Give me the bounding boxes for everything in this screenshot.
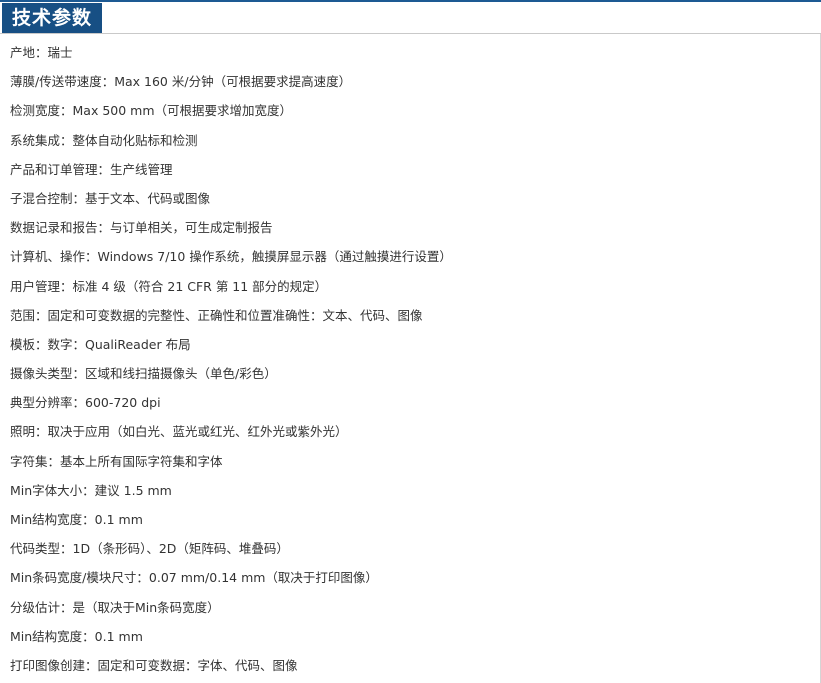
spec-row-data-logging: 数据记录和报告：与订单相关，可生成定制报告 [10, 220, 273, 236]
top-rule [0, 0, 821, 2]
spec-row-min-structure-2: Min结构宽度：0.1 mm [10, 628, 143, 644]
spec-row-charset: 字符集：基本上所有国际字符集和字体 [10, 453, 223, 469]
spec-row-scope: 范围：固定和可变数据的完整性、正确性和位置准确性：文本、代码、图像 [10, 307, 423, 323]
spec-row-computer: 计算机、操作：Windows 7/10 操作系统，触摸屏显示器（通过触摸进行设置… [10, 249, 452, 265]
spec-row-print-image: 打印图像创建：固定和可变数据：字体、代码、图像 [10, 657, 298, 673]
spec-row-order-management: 产品和订单管理：生产线管理 [10, 161, 173, 177]
section-title: 技术参数 [2, 3, 103, 33]
spec-row-width: 检测宽度：Max 500 mm（可根据要求增加宽度） [10, 103, 293, 119]
spec-row-resolution: 典型分辨率：600-720 dpi [10, 395, 161, 411]
spec-row-integration: 系统集成：整体自动化贴标和检测 [10, 132, 198, 148]
section-header: 技术参数 [0, 3, 821, 34]
spec-row-camera: 摄像头类型：区域和线扫描摄像头（单色/彩色） [10, 366, 277, 382]
spec-row-user-management: 用户管理：标准 4 级（符合 21 CFR 第 11 部分的规定） [10, 278, 328, 294]
spec-row-speed: 薄膜/传送带速度：Max 160 米/分钟（可根据要求提高速度） [10, 74, 352, 90]
spec-row-lighting: 照明：取决于应用（如白光、蓝光或红光、红外光或紫外光） [10, 424, 348, 440]
spec-row-min-font: Min字体大小：建议 1.5 mm [10, 482, 172, 498]
spec-row-barcode-width: Min条码宽度/模块尺寸：0.07 mm/0.14 mm（取决于打印图像） [10, 570, 378, 586]
spec-row-code-types: 代码类型：1D（条形码）、2D（矩阵码、堆叠码） [10, 541, 289, 557]
spec-row-submix-control: 子混合控制：基于文本、代码或图像 [10, 190, 211, 206]
spec-row-grading: 分级估计：是（取决于Min条码宽度） [10, 599, 220, 615]
spec-row-min-structure: Min结构宽度：0.1 mm [10, 512, 143, 527]
spec-list: 产地：瑞士 薄膜/传送带速度：Max 160 米/分钟（可根据要求提高速度） 检… [10, 38, 452, 680]
spec-page: 技术参数 产地：瑞士 薄膜/传送带速度：Max 160 米/分钟（可根据要求提高… [0, 0, 821, 683]
spec-row-template: 模板：数字：QualiReader 布局 [10, 336, 191, 352]
spec-row-origin: 产地：瑞士 [10, 45, 73, 60]
